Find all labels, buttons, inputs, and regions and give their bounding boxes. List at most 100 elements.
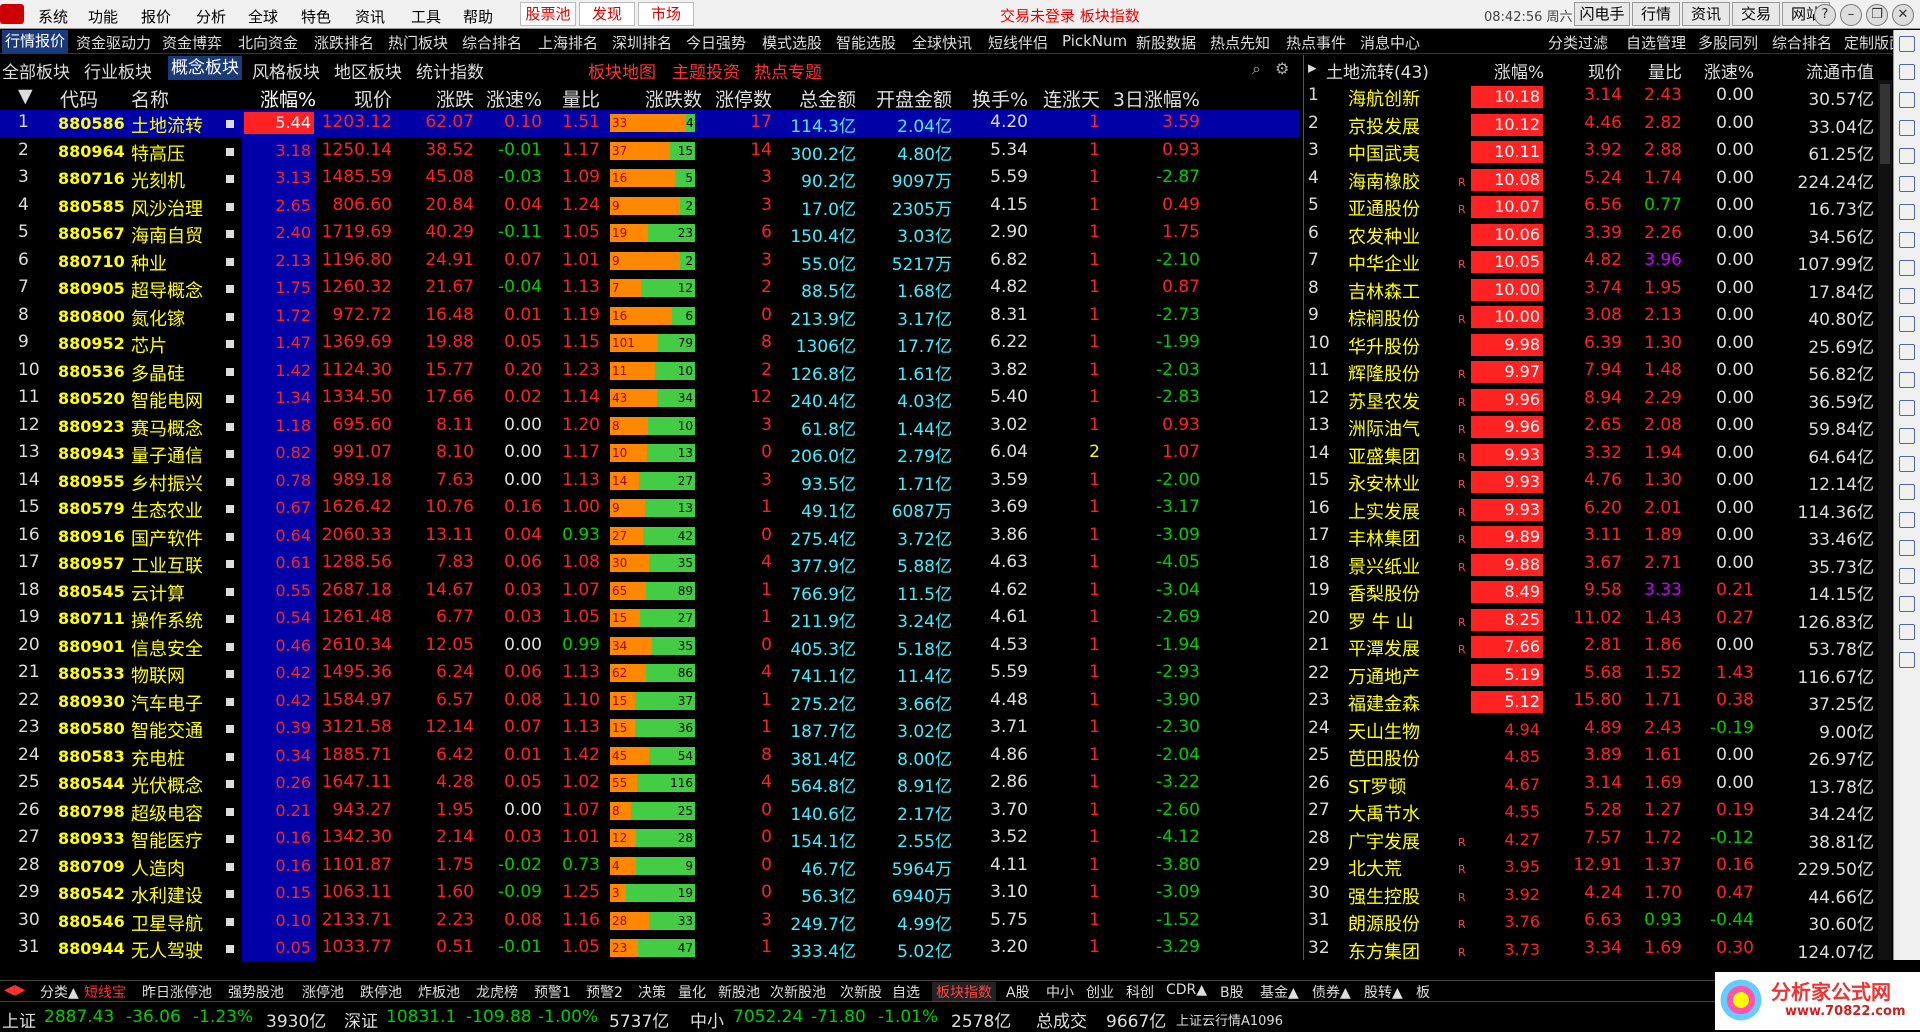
bottom-tab[interactable]: A股 bbox=[1006, 982, 1030, 1002]
folder-icon[interactable] bbox=[1899, 456, 1915, 472]
bottom-tab[interactable]: 新股池 bbox=[718, 982, 760, 1002]
list-item[interactable]: 15 永安林业 R 9.93 4.76 1.30 0.00 12.14亿 bbox=[1304, 468, 1894, 495]
table-row[interactable]: 8 880800 氮化镓 1.72 972.72 16.48 0.01 1.19 16 6 0 213… bbox=[0, 303, 1300, 330]
bottom-tab[interactable]: 强势股池 bbox=[228, 982, 284, 1002]
pin-icon[interactable] bbox=[1899, 484, 1915, 500]
table-row[interactable]: 17 880957 工业互联 0.61 1288.56 7.83 0.06 1.08 30 35 4… bbox=[0, 550, 1300, 577]
table-row[interactable]: 19 880711 操作系统 0.54 1261.48 6.77 0.03 1.05 15 27 1… bbox=[0, 605, 1300, 632]
tab-21[interactable]: 多股同列 bbox=[1698, 32, 1758, 53]
plus-icon[interactable] bbox=[1899, 568, 1915, 584]
bottom-tab[interactable]: 科创 bbox=[1126, 982, 1154, 1002]
bottom-tab[interactable]: 预警2 bbox=[586, 982, 623, 1002]
sector-tab[interactable]: 概念板块 bbox=[168, 56, 242, 80]
bottom-tab[interactable]: 基金▲ bbox=[1260, 982, 1299, 1002]
tab-22[interactable]: 综合排名 bbox=[1772, 32, 1832, 53]
bottom-tab[interactable]: 次新股 bbox=[840, 982, 882, 1002]
column-header[interactable]: 涨跌 bbox=[398, 85, 474, 112]
list-item[interactable]: 5 亚通股份 R 10.07 6.56 0.77 0.00 16.73亿 bbox=[1304, 193, 1894, 220]
column-header[interactable]: 3日涨幅% bbox=[1100, 85, 1200, 112]
tab-0[interactable]: 行情报价 bbox=[2, 30, 69, 53]
table-row[interactable]: 15 880579 生态农业 0.67 1626.42 10.76 0.16 1.00 9 13 1… bbox=[0, 495, 1300, 522]
table-row[interactable]: 13 880943 量子通信 0.82 991.07 8.10 0.00 1.17 10 13 0 2… bbox=[0, 440, 1300, 467]
f10-icon[interactable] bbox=[1899, 288, 1915, 304]
menu-button[interactable]: 股票池 bbox=[520, 2, 576, 26]
tab-15[interactable]: 新股数据 bbox=[1136, 32, 1196, 53]
scroll-thumb[interactable] bbox=[1880, 84, 1890, 164]
sector-tab[interactable]: 全部板块 bbox=[2, 58, 70, 83]
table-row[interactable]: 1 880586 土地流转 5.44 1203.12 62.07 0.10 1.51 33 4 17… bbox=[0, 110, 1300, 137]
column-header[interactable]: 现价 bbox=[1556, 58, 1622, 83]
list-item[interactable]: 32 东方集团 R 3.73 3.34 1.69 0.30 124.07亿 bbox=[1304, 936, 1894, 963]
special-tab[interactable]: 板块地图 bbox=[588, 58, 656, 83]
arrow-down-icon[interactable] bbox=[1899, 92, 1915, 108]
list-item[interactable]: 10 华升股份 9.98 6.39 1.30 0.00 25.69亿 bbox=[1304, 331, 1894, 358]
bottom-tab[interactable]: 量化 bbox=[678, 982, 706, 1002]
menu-item[interactable]: 系统 bbox=[38, 6, 68, 27]
table-row[interactable]: 20 880901 信息安全 0.46 2610.34 12.05 0.00 0.99 34 35… bbox=[0, 633, 1300, 660]
tab-13[interactable]: 短线伴侣 bbox=[988, 32, 1048, 53]
column-header[interactable]: 代码 bbox=[60, 85, 98, 112]
tab-8[interactable]: 深圳排名 bbox=[612, 32, 672, 53]
tab-4[interactable]: 涨跌排名 bbox=[314, 32, 374, 53]
table-row[interactable]: 6 880710 种业 2.13 1196.80 24.91 0.07 1.01 9 2 3 55.0… bbox=[0, 248, 1300, 275]
menu-button[interactable]: 市场 bbox=[638, 2, 694, 26]
fin-icon[interactable] bbox=[1899, 372, 1915, 388]
column-header[interactable]: 量比 bbox=[1622, 58, 1682, 83]
bottom-tab[interactable]: 炸板池 bbox=[418, 982, 460, 1002]
menu-item[interactable]: 资讯 bbox=[355, 6, 385, 27]
tab-7[interactable]: 上海排名 bbox=[538, 32, 598, 53]
list-item[interactable]: 18 景兴纸业 R 9.88 3.67 2.71 0.00 35.73亿 bbox=[1304, 551, 1894, 578]
table-row[interactable]: 12 880923 赛马概念 1.18 695.60 8.11 0.00 1.20 8 10 3 61… bbox=[0, 413, 1300, 440]
compass-icon[interactable] bbox=[1899, 512, 1915, 528]
tab-2[interactable]: 资金博弈 bbox=[162, 32, 222, 53]
bottom-tab[interactable]: 短线宝 bbox=[84, 982, 126, 1002]
column-header[interactable]: 名称 bbox=[131, 85, 169, 112]
list-item[interactable]: 26 ST罗顿 4.67 3.14 1.69 0.00 13.78亿 bbox=[1304, 771, 1894, 798]
table-row[interactable]: 31 880944 无人驾驶 0.05 1033.77 0.51 -0.01 1.05 23 47… bbox=[0, 935, 1300, 962]
scrollbar[interactable] bbox=[1878, 80, 1892, 960]
menu-item[interactable]: 功能 bbox=[88, 6, 118, 27]
close-icon[interactable]: ✕ bbox=[1892, 4, 1914, 26]
table-row[interactable]: 26 880798 超级电容 0.21 943.27 1.95 0.00 1.07 8 25 0 14… bbox=[0, 798, 1300, 825]
bottom-tab[interactable]: 板块指数 bbox=[932, 982, 996, 1002]
list-item[interactable]: 20 罗 牛 山 R 8.25 11.02 1.43 0.27 126.83亿 bbox=[1304, 606, 1894, 633]
tab-3[interactable]: 北向资金 bbox=[238, 32, 298, 53]
circle-icon[interactable] bbox=[1899, 428, 1915, 444]
sector-tab[interactable]: 统计指数 bbox=[416, 58, 484, 83]
list-item[interactable]: 3 中国武夷 10.11 3.92 2.88 0.00 61.25亿 bbox=[1304, 138, 1894, 165]
grid-icon[interactable] bbox=[1899, 148, 1915, 164]
tab-16[interactable]: 热点先知 bbox=[1210, 32, 1270, 53]
bottom-tab[interactable]: 预警1 bbox=[534, 982, 571, 1002]
list-item[interactable]: 24 天山生物 4.94 4.89 2.43 -0.19 9.00亿 bbox=[1304, 716, 1894, 743]
menu-item[interactable]: 报价 bbox=[141, 6, 171, 27]
table-row[interactable]: 24 880583 充电桩 0.34 1885.71 6.42 0.01 1.42 45 54 8 3… bbox=[0, 743, 1300, 770]
tab-11[interactable]: 智能选股 bbox=[836, 32, 896, 53]
list-item[interactable]: 2 京投发展 10.12 4.46 2.82 0.00 33.04亿 bbox=[1304, 111, 1894, 138]
list-item[interactable]: 4 海南橡胶 R 10.08 5.24 1.74 0.00 224.24亿 bbox=[1304, 166, 1894, 193]
menu-item[interactable]: 工具 bbox=[411, 6, 441, 27]
list-item[interactable]: 29 北大荒 R 3.95 12.91 1.37 0.16 229.50亿 bbox=[1304, 853, 1894, 880]
bottom-tab[interactable]: 创业 bbox=[1086, 982, 1114, 1002]
list-item[interactable]: 19 香梨股份 8.49 9.58 3.33 0.21 14.15亿 bbox=[1304, 578, 1894, 605]
list-item[interactable]: 27 大禹节水 4.55 5.28 1.27 0.19 34.24亿 bbox=[1304, 798, 1894, 825]
list-item[interactable]: 16 上实发展 R 9.93 6.20 2.01 0.00 114.36亿 bbox=[1304, 496, 1894, 523]
table-row[interactable]: 5 880567 海南自贸 2.40 1719.69 40.29 -0.11 1.05 19 23… bbox=[0, 220, 1300, 247]
search-icon[interactable]: ⌕ bbox=[1252, 59, 1261, 79]
info-icon[interactable] bbox=[1899, 316, 1915, 332]
table-row[interactable]: 16 880916 国产软件 0.64 2060.33 13.11 0.04 0.93 27 42… bbox=[0, 523, 1300, 550]
tab-14[interactable]: PickNum bbox=[1062, 32, 1127, 50]
candle-icon[interactable] bbox=[1899, 232, 1915, 248]
table-row[interactable]: 10 880536 多晶硅 1.42 1124.30 15.77 0.20 1.23 11 10 2… bbox=[0, 358, 1300, 385]
tab-5[interactable]: 热门板块 bbox=[388, 32, 448, 53]
table-row[interactable]: 27 880933 智能医疗 0.16 1342.30 2.14 0.03 1.01 12 28 0… bbox=[0, 825, 1300, 852]
fz-icon[interactable] bbox=[1899, 400, 1915, 416]
column-header[interactable]: 涨幅% bbox=[240, 85, 316, 112]
minimize-icon[interactable]: – bbox=[1840, 4, 1862, 26]
bottom-tab[interactable]: 分类▲ bbox=[40, 982, 79, 1002]
table-row[interactable]: 4 880585 风沙治理 2.65 806.60 20.84 0.04 1.24 9 2 3 17.… bbox=[0, 193, 1300, 220]
bottom-tab[interactable]: 板 bbox=[1416, 982, 1430, 1002]
list-item[interactable]: 6 农发种业 10.06 3.39 2.26 0.00 34.56亿 bbox=[1304, 221, 1894, 248]
bottom-tab[interactable]: 龙虎榜 bbox=[476, 982, 518, 1002]
toolbar-button[interactable]: 交易 bbox=[1732, 2, 1780, 26]
table-row[interactable]: 30 880546 卫星导航 0.10 2133.71 2.23 0.08 1.16 28 33 3… bbox=[0, 908, 1300, 935]
